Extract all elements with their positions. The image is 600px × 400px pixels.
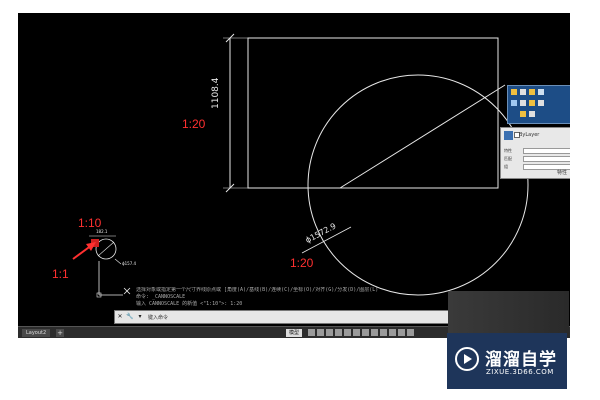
tab-layout2[interactable]: Layout2	[22, 329, 51, 337]
customize-icon[interactable]	[407, 329, 414, 336]
palette-icon-7[interactable]	[529, 100, 535, 106]
watermark-title: 溜溜自学	[485, 350, 557, 370]
palette-icon-10[interactable]	[529, 111, 535, 117]
blurred-overlay	[448, 291, 569, 338]
polar-icon[interactable]	[335, 329, 342, 336]
command-line[interactable]: ✕ 🔧 ▾ 键入命令	[114, 310, 476, 324]
circle-shape[interactable]	[307, 74, 529, 296]
detail-diag	[97, 241, 115, 257]
props-label-feature: 特性	[504, 148, 512, 153]
tool-palette[interactable]	[507, 85, 570, 124]
palette-icon-2[interactable]	[520, 89, 526, 95]
chevron-down-icon[interactable]: ▾	[136, 313, 144, 321]
bylayer-label[interactable]: ByLayer	[519, 132, 539, 138]
linetype-dropdown[interactable]	[523, 148, 570, 154]
snap-icon[interactable]	[317, 329, 324, 336]
ortho-icon[interactable]	[326, 329, 333, 336]
palette-icon-9[interactable]	[520, 111, 526, 117]
command-history-line: 命令: _CANNOSCALE	[136, 294, 186, 300]
palette-icon-1[interactable]	[511, 89, 517, 95]
properties-panel[interactable]: ByLayer 特性 匹配 组 特性	[500, 127, 570, 179]
status-toggles	[308, 329, 414, 337]
otrack-icon[interactable]	[353, 329, 360, 336]
detail-dim-diameter-text: ϕ157.4	[122, 261, 137, 266]
palette-icon-6[interactable]	[520, 100, 526, 106]
detail-leader	[114, 258, 122, 265]
watermark-url: ZIXUE.3D66.COM	[486, 368, 554, 376]
model-button[interactable]: 模型	[286, 329, 303, 337]
wrench-icon[interactable]: 🔧	[126, 313, 134, 321]
add-layout-button[interactable]: +	[56, 329, 64, 337]
command-history-line: 输入 CANNOSCALE 的新值 <"1:10">: 1:20	[136, 301, 243, 307]
transparency-icon[interactable]	[371, 329, 378, 336]
lineweight-dropdown[interactable]	[523, 156, 570, 162]
props-footer-label[interactable]: 特性	[557, 169, 567, 176]
props-label-group: 组	[504, 164, 508, 169]
command-input-placeholder[interactable]: 键入命令	[148, 314, 168, 321]
selection-cycling-icon[interactable]	[380, 329, 387, 336]
diagonal-line[interactable]	[339, 84, 506, 189]
annotation-scale-icon[interactable]	[389, 329, 396, 336]
scale-label-circle: 1:20	[290, 256, 314, 270]
play-logo-icon	[455, 347, 479, 371]
properties-icon[interactable]	[504, 131, 513, 140]
lineweight-icon[interactable]	[362, 329, 369, 336]
palette-icon-5[interactable]	[511, 100, 517, 106]
watermark: 溜溜自学 ZIXUE.3D66.COM	[447, 333, 567, 389]
props-label-match: 匹配	[504, 156, 512, 161]
palette-icon-4[interactable]	[538, 89, 544, 95]
detail-dim-small-text: 182.1	[96, 229, 108, 234]
scale-label-detail-top: 1:10	[78, 216, 102, 230]
osnap-icon[interactable]	[344, 329, 351, 336]
dimension-vertical-text: 1108.4	[211, 77, 221, 110]
grid-icon[interactable]	[308, 329, 315, 336]
scale-label-rect: 1:20	[182, 117, 206, 131]
command-history-line: 选择对象或指定第一个尺寸界线原点或 [角度(A)/基线(B)/连续(C)/坐标(…	[136, 287, 379, 293]
palette-icon-8[interactable]	[538, 100, 544, 106]
palette-icon-3[interactable]	[529, 89, 535, 95]
drawing-canvas[interactable]: 1:20 1:20 1:10 1:1 1108.4 ϕ1572.9 182.1 …	[18, 13, 570, 338]
workspace-icon[interactable]	[398, 329, 405, 336]
scale-label-detail-bottom: 1:1	[52, 267, 69, 281]
close-icon[interactable]: ✕	[116, 313, 124, 321]
